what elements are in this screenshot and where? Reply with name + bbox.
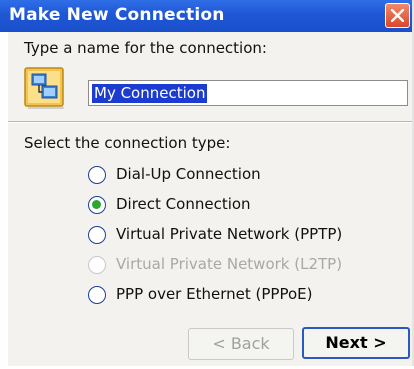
radio-vpn-pptp[interactable] <box>88 226 106 244</box>
close-icon <box>391 9 404 22</box>
section-divider <box>8 121 412 123</box>
connection-name-value: My Connection <box>92 84 208 103</box>
radio-vpn-l2tp <box>88 256 106 274</box>
window-title: Make New Connection <box>9 5 225 25</box>
close-button[interactable] <box>385 3 410 28</box>
name-prompt-label: Type a name for the connection: <box>24 39 267 57</box>
back-button: < Back <box>188 328 294 360</box>
option-direct-label: Direct Connection <box>116 195 251 213</box>
radio-direct[interactable] <box>88 196 106 214</box>
radio-selected-dot <box>92 200 101 209</box>
title-bar: Make New Connection <box>0 0 412 32</box>
type-prompt-label: Select the connection type: <box>24 134 231 152</box>
connection-name-field[interactable]: My Connection <box>88 80 408 106</box>
option-vpn-l2tp-label: Virtual Private Network (L2TP) <box>116 255 343 273</box>
network-connection-icon <box>24 67 64 109</box>
option-dial-up-label: Dial-Up Connection <box>116 165 261 183</box>
make-new-connection-dialog: Make New Connection Type a name for the … <box>0 0 414 366</box>
radio-pppoe[interactable] <box>88 286 106 304</box>
option-pppoe-label: PPP over Ethernet (PPPoE) <box>116 285 313 303</box>
option-vpn-pptp-label: Virtual Private Network (PPTP) <box>116 225 343 243</box>
next-button[interactable]: Next > <box>302 327 410 359</box>
radio-dial-up[interactable] <box>88 166 106 184</box>
